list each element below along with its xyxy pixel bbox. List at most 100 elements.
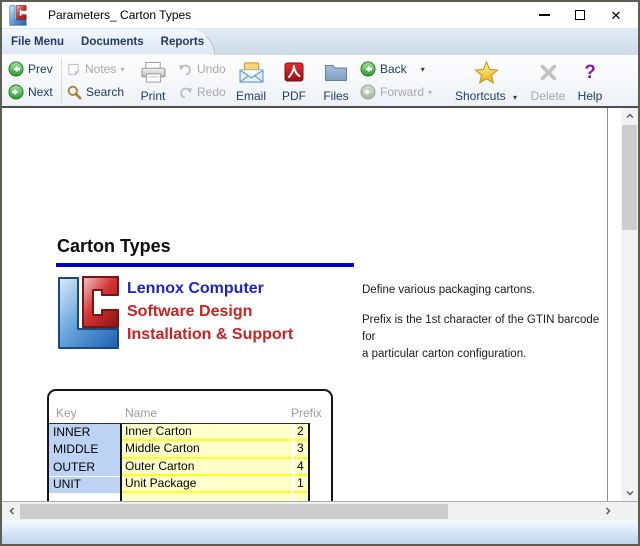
notes-button[interactable]: Notes ▾ xyxy=(64,58,130,81)
horizontal-scrollbar-thumb[interactable] xyxy=(20,503,448,519)
chevron-right-icon xyxy=(604,506,612,516)
prefix-cell[interactable]: 4 xyxy=(294,458,308,476)
prefix-cell[interactable]: 3 xyxy=(294,441,308,459)
undo-label: Undo xyxy=(197,62,226,76)
back-button[interactable]: Back ▾ xyxy=(358,58,446,81)
delete-button[interactable]: Delete xyxy=(526,55,570,106)
prefix-cell[interactable]: 1 xyxy=(294,475,308,494)
maximize-button[interactable] xyxy=(562,2,598,28)
prev-label: Prev xyxy=(28,62,53,76)
key-cell[interactable]: UNIT xyxy=(49,477,120,494)
key-cell[interactable]: OUTER xyxy=(49,458,120,476)
key-cell[interactable]: MIDDLE xyxy=(49,441,120,459)
horizontal-scrollbar[interactable] xyxy=(2,501,638,520)
shortcuts-button[interactable]: Shortcuts ▾ xyxy=(446,55,526,106)
email-button[interactable]: Email xyxy=(228,55,274,106)
scroll-right-button[interactable] xyxy=(600,502,616,520)
title-underline xyxy=(56,263,354,267)
description-para2: Prefix is the 1st character of the GTIN … xyxy=(362,312,607,363)
next-button[interactable]: Next xyxy=(6,81,58,104)
prev-button[interactable]: Prev xyxy=(6,58,58,81)
prev-icon xyxy=(8,61,24,77)
key-column: INNER MIDDLE OUTER UNIT xyxy=(49,424,120,501)
menu-bar: File Menu Documents Reports xyxy=(2,28,638,55)
key-cell[interactable]: INNER xyxy=(49,424,120,442)
menu-items: File Menu Documents Reports xyxy=(11,28,204,55)
files-button[interactable]: Files xyxy=(314,55,358,106)
undo-redo-group: Undo Redo xyxy=(176,55,228,106)
app-window: Parameters_ Carton Types ✕ File Menu Doc… xyxy=(0,0,640,546)
print-button[interactable]: Print xyxy=(130,55,176,106)
name-cell[interactable]: Inner Carton xyxy=(122,424,292,442)
next-icon xyxy=(8,84,24,100)
redo-button[interactable]: Redo xyxy=(176,81,228,104)
close-button[interactable]: ✕ xyxy=(598,2,634,28)
chevron-left-icon xyxy=(8,506,16,516)
menu-item-file-menu[interactable]: File Menu xyxy=(11,36,64,48)
star-icon xyxy=(474,55,499,89)
pdf-button[interactable]: PDF xyxy=(274,55,314,106)
table-grid: INNER MIDDLE OUTER UNIT Inner Carton Mid… xyxy=(49,423,310,501)
back-icon xyxy=(360,61,376,77)
maximize-icon xyxy=(575,10,585,20)
help-label: Help xyxy=(577,89,603,103)
title-bar: Parameters_ Carton Types ✕ xyxy=(2,2,638,28)
chevron-down-icon xyxy=(625,489,635,497)
question-mark-icon: ? xyxy=(584,61,596,83)
forward-caret-icon: ▾ xyxy=(428,87,433,97)
shortcuts-caret-icon: ▾ xyxy=(513,93,518,102)
carton-table: Key Name Prefix INNER MIDDLE OUTER UNIT xyxy=(47,389,333,501)
next-label: Next xyxy=(28,85,53,99)
column-header-key: Key xyxy=(56,406,77,420)
page-gutter xyxy=(608,108,621,501)
delete-x-icon xyxy=(539,55,558,89)
chevron-up-icon xyxy=(625,112,635,120)
key-cell-empty-selected[interactable] xyxy=(49,493,120,501)
name-cell-empty[interactable] xyxy=(122,493,292,501)
printer-icon xyxy=(140,55,167,89)
menu-item-reports[interactable]: Reports xyxy=(161,36,204,48)
minimize-icon xyxy=(538,14,550,16)
minimize-button[interactable] xyxy=(526,2,562,28)
forward-icon xyxy=(360,84,376,100)
column-header-name: Name xyxy=(125,406,158,420)
help-button[interactable]: ? Help xyxy=(570,55,610,106)
forward-button[interactable]: Forward ▾ xyxy=(358,81,446,104)
pdf-label: PDF xyxy=(282,89,306,103)
search-label: Search xyxy=(86,85,125,99)
pdf-icon xyxy=(284,55,304,89)
toolbar-separator xyxy=(61,58,62,103)
notes-search-group: Notes ▾ Search xyxy=(64,55,130,106)
toolbar: Prev Next Notes ▾ Search Print Undo Redo… xyxy=(2,55,638,108)
close-icon: ✕ xyxy=(610,7,622,23)
status-bar xyxy=(2,520,638,544)
page-title: Carton Types xyxy=(57,236,171,256)
print-label: Print xyxy=(140,89,166,103)
app-logo-icon xyxy=(9,4,29,26)
company-logo xyxy=(57,275,120,356)
description-para2-line1: Prefix is the 1st character of the GTIN … xyxy=(362,314,600,343)
files-label: Files xyxy=(323,89,349,103)
search-button[interactable]: Search xyxy=(64,81,130,104)
vertical-scrollbar[interactable] xyxy=(621,108,638,501)
name-cell[interactable]: Outer Carton xyxy=(122,458,292,476)
prefix-cell[interactable]: 2 xyxy=(294,424,308,442)
scroll-down-button[interactable] xyxy=(621,485,638,500)
name-cell[interactable]: Middle Carton xyxy=(122,441,292,459)
description-para1: Define various packaging cartons. xyxy=(362,284,536,296)
note-icon xyxy=(66,62,81,77)
name-cell[interactable]: Unit Package xyxy=(122,475,292,494)
name-column: Inner Carton Middle Carton Outer Carton … xyxy=(122,424,292,501)
undo-button[interactable]: Undo xyxy=(176,58,228,81)
scroll-up-button[interactable] xyxy=(621,108,638,123)
menu-item-documents[interactable]: Documents xyxy=(81,36,144,48)
logo-text-line1: Lennox Computer xyxy=(127,280,264,297)
prefix-column: 2 3 4 1 xyxy=(294,424,308,501)
back-caret-icon[interactable]: ▾ xyxy=(421,65,425,74)
column-header-prefix: Prefix xyxy=(291,406,322,420)
prefix-cell-empty[interactable] xyxy=(294,493,308,501)
window-controls: ✕ xyxy=(526,2,634,28)
vertical-scrollbar-thumb[interactable] xyxy=(622,125,637,230)
redo-label: Redo xyxy=(197,85,226,99)
scroll-left-button[interactable] xyxy=(4,502,20,520)
